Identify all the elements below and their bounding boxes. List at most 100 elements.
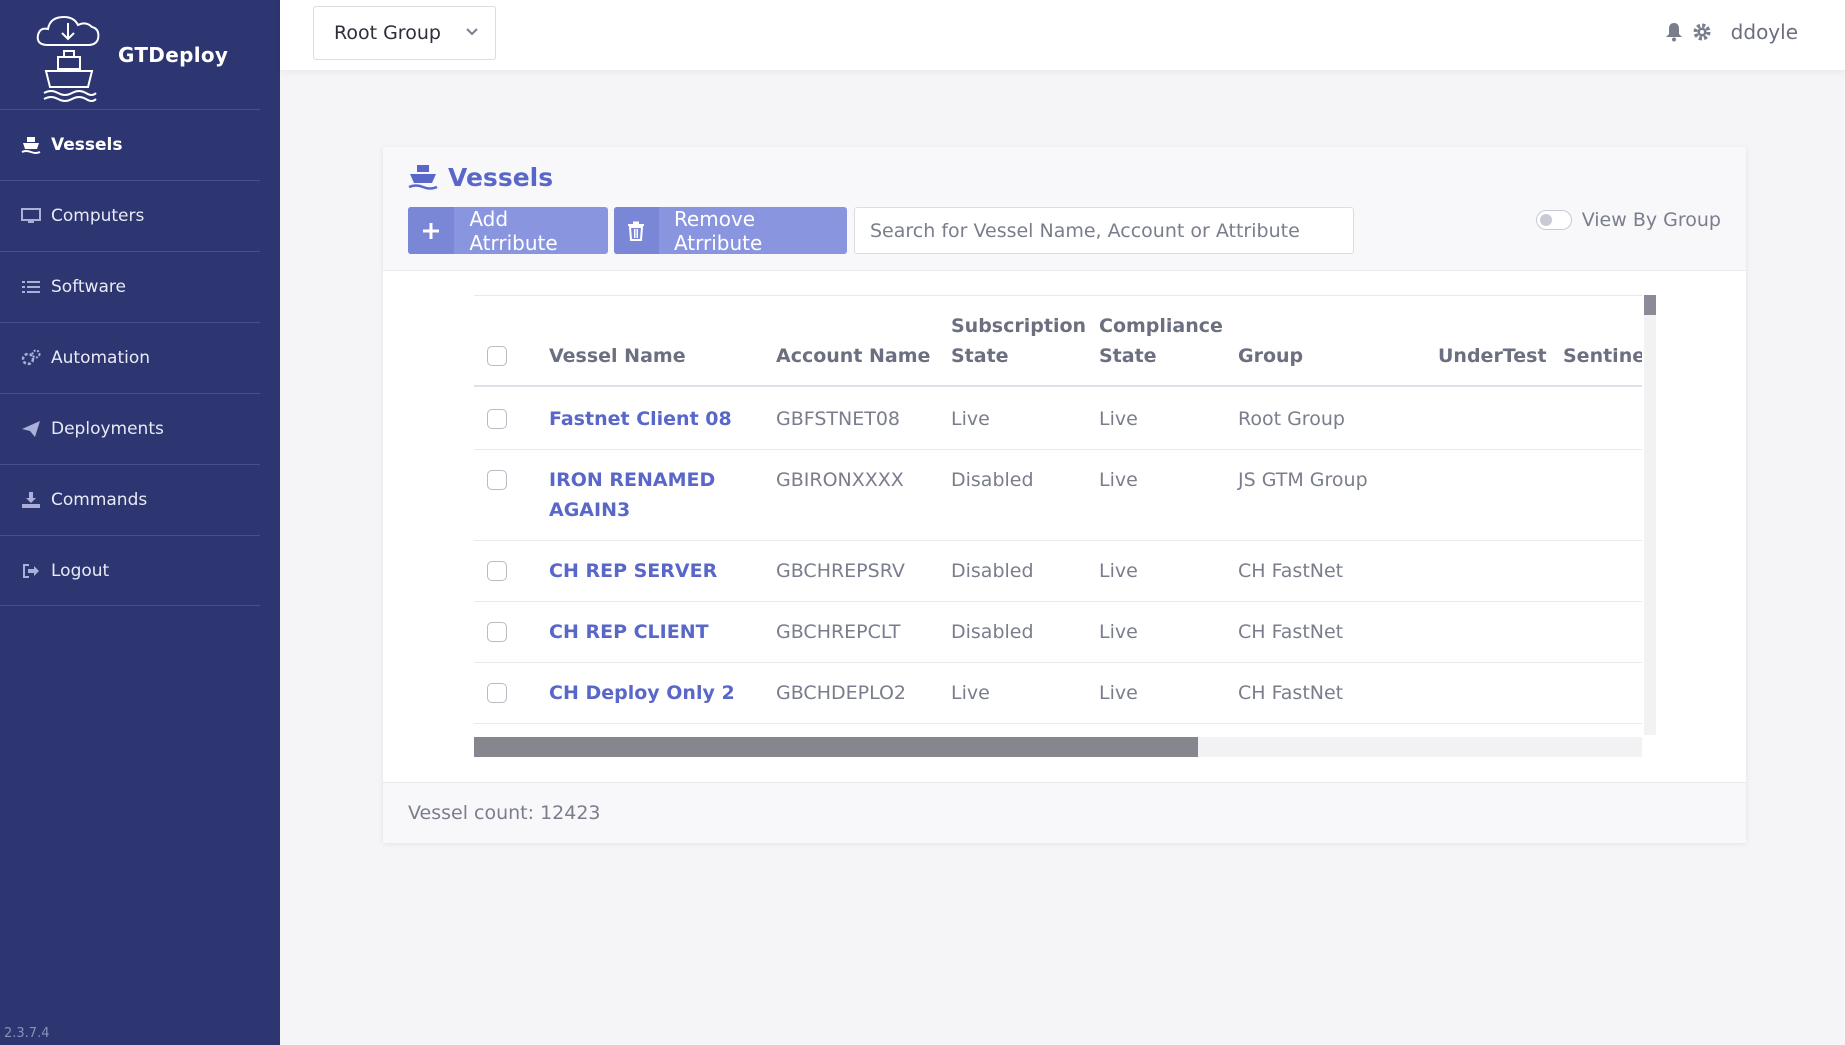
trash-icon [614,207,659,254]
chevron-down-icon [466,28,478,36]
row-checkbox[interactable] [487,622,507,642]
column-vessel-name[interactable]: Vessel Name [549,341,686,371]
table-header: Vessel Name Account Name Subscription St… [474,295,1642,387]
account-name: GBCHDEPLO2 [776,682,907,704]
group-name: JS GTM Group [1238,469,1368,491]
sidebar-item-vessels[interactable]: Vessels [0,109,260,180]
subscription-state: Disabled [951,621,1034,643]
table-row[interactable]: CH REP CLIENT GBCHREPCLT Disabled Live C… [474,602,1642,663]
compliance-state: Live [1099,408,1138,430]
sidebar-item-label: Vessels [51,135,123,155]
card-footer: Vessel count: 12423 [383,782,1746,843]
table-row[interactable]: IRON RENAMED AGAIN3 GBIRONXXXX Disabled … [474,450,1642,541]
sidebar-item-label: Computers [51,206,145,226]
topbar: Root Group ddoyle [280,0,1845,70]
gear-icon[interactable] [1691,21,1713,43]
table-row[interactable]: CH Deploy Only 2 GBCHDEPLO2 Live Live CH… [474,663,1642,724]
ship-icon [408,164,440,192]
compliance-state: Live [1099,621,1138,643]
table-row[interactable]: Fastnet Client 08 GBFSTNET08 Live Live R… [474,389,1642,450]
vessel-name-link[interactable]: Fastnet Client 08 [549,404,732,434]
column-subscription-state-line-2: State [951,345,1009,367]
sidebar-item-logout[interactable]: Logout [0,535,260,606]
select-all-checkbox[interactable] [487,346,507,366]
sidebar-item-computers[interactable]: Computers [0,180,260,251]
subscription-state: Live [951,408,990,430]
vessel-count: Vessel count: 12423 [408,802,601,824]
row-checkbox[interactable] [487,409,507,429]
sidebar-item-label: Automation [51,348,151,368]
table-row[interactable]: CH REP SERVER GBCHREPSRV Disabled Live C… [474,541,1642,602]
page-title-text: Vessels [448,163,554,192]
compliance-state: Live [1099,682,1138,704]
page-title: Vessels [408,163,553,192]
group-name: CH FastNet [1238,682,1344,704]
add-attribute-button[interactable]: Add Atrribute [408,206,608,255]
column-compliance-state-line-2: State [1099,345,1157,367]
compliance-state: Live [1099,469,1138,491]
subscription-state: Disabled [951,560,1034,582]
column-sentinel[interactable]: Sentinel [1563,341,1642,371]
vertical-scrollbar[interactable] [1644,295,1656,735]
plus-icon [408,207,455,254]
account-name: GBCHREPCLT [776,621,901,643]
ship-icon [20,135,42,155]
app-name: GTDeploy [118,42,229,67]
vessel-name-link[interactable]: CH REP CLIENT [549,617,709,647]
sidebar-item-label: Commands [51,490,148,510]
sidebar-item-deployments[interactable]: Deployments [0,393,260,464]
column-undertest[interactable]: UnderTest [1438,341,1547,371]
view-by-group-label: View By Group [1581,209,1721,231]
app-version: 2.3.7.4 [4,1026,50,1041]
sidebar-item-label: Software [51,277,126,297]
view-by-group: View By Group [1535,209,1721,231]
column-compliance-state[interactable]: Compliance State [1099,311,1223,371]
column-account-name[interactable]: Account Name [776,341,930,371]
account-name: GBIRONXXXX [776,469,904,491]
column-subscription-state-line-1: Subscription [951,315,1087,337]
bell-icon[interactable] [1663,21,1685,43]
remove-attribute-button[interactable]: Remove Atrribute [614,206,847,255]
monitor-icon [20,206,42,226]
search-input[interactable] [854,207,1354,254]
vessel-name-link[interactable]: CH Deploy Only 2 [549,678,735,708]
vessel-name-link[interactable]: IRON RENAMED AGAIN3 [549,465,715,525]
vessel-name-link[interactable]: CH REP SERVER [549,556,717,586]
vessels-table: Vessel Name Account Name Subscription St… [474,295,1642,735]
group-name: CH FastNet [1238,621,1344,643]
compliance-state: Live [1099,560,1138,582]
paper-plane-icon [20,419,42,439]
group-name: CH FastNet [1238,560,1344,582]
list-icon [20,277,42,297]
gears-icon [20,348,42,368]
account-name: GBFSTNET08 [776,408,901,430]
column-group[interactable]: Group [1238,341,1303,371]
column-subscription-state[interactable]: Subscription State [951,311,1086,371]
row-checkbox[interactable] [487,561,507,581]
sidebar-item-commands[interactable]: Commands [0,464,260,535]
sidebar-item-label: Deployments [51,419,164,439]
download-icon [20,490,42,510]
horizontal-scrollbar-thumb[interactable] [474,737,1199,757]
vessels-card: Vessels Add Atrribute Remove Atrribute V… [383,147,1746,843]
sidebar: GTDeploy Vessels Computers Software Auto… [0,0,280,1045]
column-compliance-state-line-1: Compliance [1099,315,1223,337]
user-area: ddoyle [1663,20,1798,44]
sidebar-item-software[interactable]: Software [0,251,260,322]
horizontal-scrollbar[interactable] [474,737,1642,757]
vessel-name-line-1: IRON RENAMED [549,469,716,491]
account-name: GBCHREPSRV [776,560,905,582]
brand[interactable]: GTDeploy [0,0,280,109]
group-select[interactable]: Root Group [313,6,496,60]
add-attribute-label: Add Atrribute [469,206,558,255]
row-checkbox[interactable] [487,470,507,490]
sidebar-item-label: Logout [51,560,110,581]
vertical-scrollbar-thumb[interactable] [1644,295,1656,315]
view-by-group-toggle[interactable] [1535,210,1572,230]
username[interactable]: ddoyle [1731,20,1798,44]
sidebar-item-automation[interactable]: Automation [0,322,260,393]
group-name: Root Group [1238,408,1345,430]
row-checkbox[interactable] [487,683,507,703]
remove-attribute-label: Remove Atrribute [673,206,763,255]
logout-icon [20,561,42,581]
